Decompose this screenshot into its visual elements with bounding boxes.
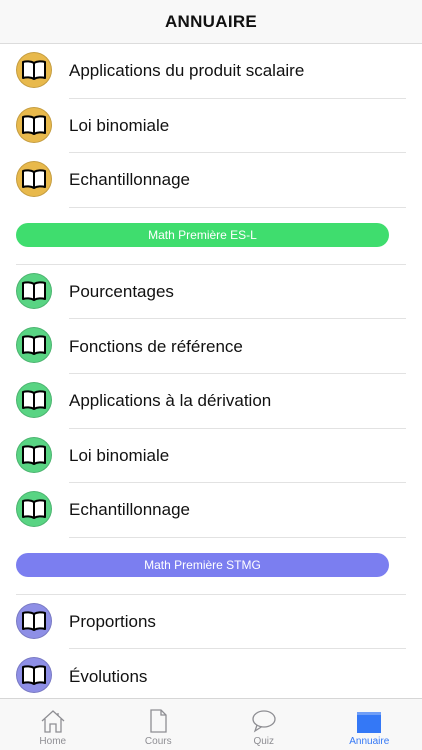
list-item-label: Loi binomiale: [69, 115, 170, 135]
list-item-label: Loi binomiale: [69, 445, 170, 465]
list-item-label: Évolutions: [69, 666, 148, 686]
book-icon: [16, 657, 52, 694]
book-icon: [16, 602, 52, 639]
book-icon: [16, 381, 52, 418]
list-item-label: Applications du produit scalaire: [69, 61, 305, 81]
book-icon: [16, 327, 52, 364]
tab-quiz-label: Quiz: [253, 736, 275, 747]
list-item[interactable]: Proportions: [0, 595, 422, 650]
tab-annuaire[interactable]: Annuaire: [317, 699, 422, 750]
list-item[interactable]: Echantillonnage: [0, 483, 422, 538]
book-icon: [16, 272, 52, 309]
list-item[interactable]: Echantillonnage: [0, 153, 422, 208]
book-icon: [16, 106, 52, 143]
tab-cours[interactable]: Cours: [106, 699, 212, 750]
page-title: ANNUAIRE: [164, 11, 258, 31]
section-header-pill: Math Première STMG: [16, 552, 389, 577]
list-item[interactable]: Loi binomiale: [0, 429, 422, 484]
list-item[interactable]: Pourcentages: [0, 265, 422, 320]
section-header-pill: Math Première ES-L: [16, 222, 389, 247]
list-item[interactable]: Loi binomiale: [0, 99, 422, 154]
tab-bar: Home Cours Quiz Annuaire: [0, 698, 422, 750]
list-item-label: Proportions: [69, 612, 156, 632]
list-item-label: Echantillonnage: [69, 170, 190, 190]
directory-list[interactable]: Applications du produit scalaire Loi bino…: [0, 44, 422, 698]
folder-icon: [357, 712, 382, 733]
section-header: Math Première STMG: [0, 538, 422, 595]
tab-quiz[interactable]: Quiz: [211, 699, 317, 750]
book-icon: [16, 161, 52, 198]
list-item[interactable]: Applications à la dérivation: [0, 374, 422, 429]
list-item[interactable]: Fonctions de référence: [0, 319, 422, 374]
list-item[interactable]: Évolutions: [0, 649, 422, 698]
home-icon: [41, 710, 65, 733]
list-item[interactable]: Applications du produit scalaire: [0, 44, 422, 99]
list-item-label: Pourcentages: [69, 282, 174, 302]
book-icon: [16, 436, 52, 473]
list-item-label: Echantillonnage: [69, 500, 190, 520]
chat-bubble-icon: [252, 710, 276, 733]
list-item-label: Applications à la dérivation: [69, 391, 272, 411]
section-header: Math Première ES-L: [0, 208, 422, 265]
tab-home-label: Home: [39, 736, 67, 747]
tab-cours-label: Cours: [144, 736, 172, 747]
book-icon: [16, 491, 52, 528]
navigation-bar: ANNUAIRE: [0, 0, 422, 44]
document-icon: [150, 709, 167, 733]
tab-home[interactable]: Home: [0, 699, 106, 750]
list-item-label: Fonctions de référence: [69, 336, 243, 356]
book-icon: [16, 52, 52, 88]
tab-annuaire-label: Annuaire: [349, 736, 390, 747]
